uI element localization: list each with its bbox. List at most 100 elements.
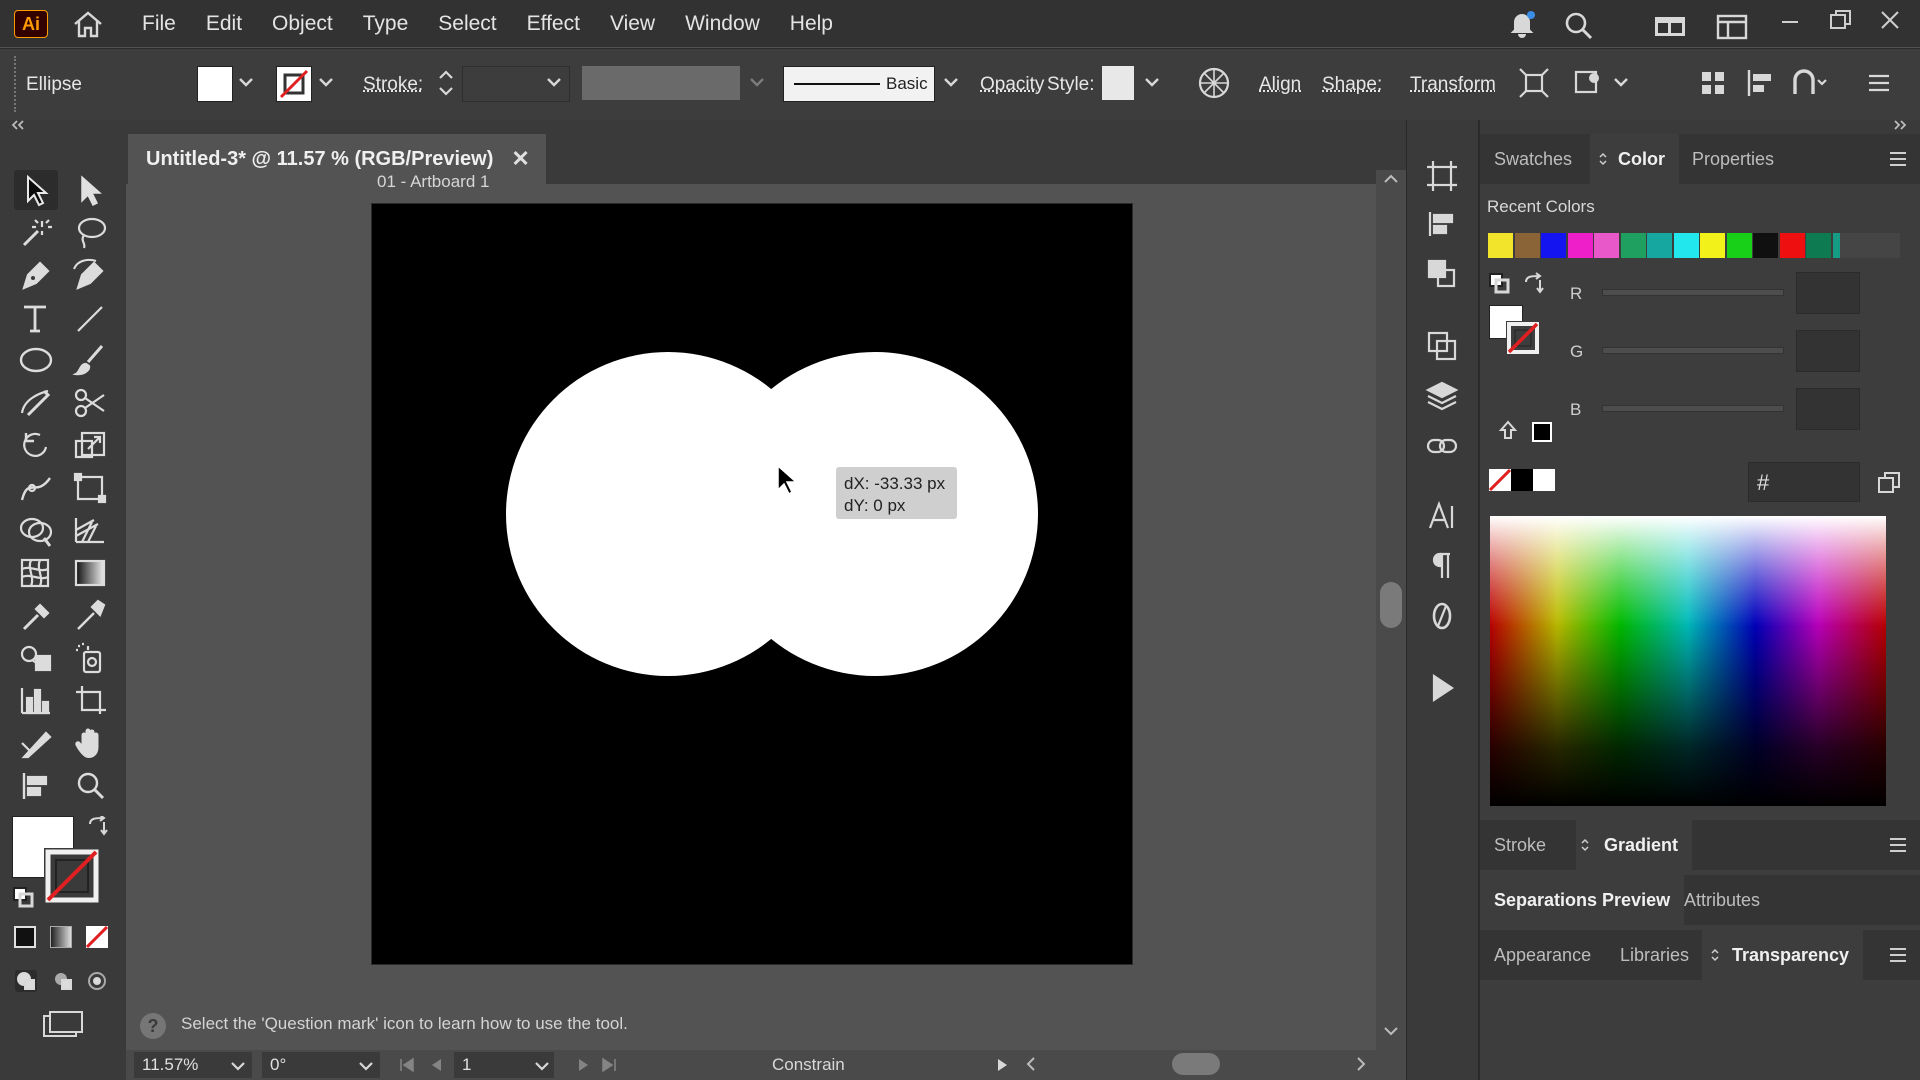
zoom-level-field[interactable]: 11.57% [134, 1052, 252, 1078]
layers-panel-icon[interactable] [1424, 378, 1460, 414]
pathfinder-panel-icon[interactable] [1424, 256, 1460, 292]
default-colors-icon[interactable] [1488, 272, 1510, 294]
shaper-tool-icon[interactable] [14, 383, 58, 423]
rotation-chevron-icon[interactable] [358, 1060, 374, 1072]
transparency-panel-menu-icon[interactable] [1888, 946, 1908, 964]
swap-fill-stroke-icon[interactable] [86, 816, 110, 838]
shape-builder-tool-icon[interactable] [14, 510, 58, 550]
lasso-tool-icon[interactable] [68, 213, 112, 253]
scroll-up-chevron-icon[interactable] [1382, 172, 1400, 186]
width-tool-icon[interactable] [14, 468, 58, 508]
change-screen-mode-icon[interactable] [42, 1010, 84, 1040]
menu-edit[interactable]: Edit [206, 12, 242, 36]
style-chevron-icon[interactable] [1144, 76, 1160, 88]
direct-selection-tool-icon[interactable] [68, 170, 112, 210]
fill-dropdown-chevron-icon[interactable] [238, 76, 254, 88]
perspective-grid-tool-icon[interactable] [68, 510, 112, 550]
transform-panel-icon[interactable] [1424, 328, 1460, 364]
character-panel-icon[interactable] [1424, 498, 1460, 534]
next-artboard-icon[interactable] [574, 1056, 592, 1074]
pen-tool-icon[interactable] [14, 255, 58, 295]
recent-color-swatch[interactable] [1514, 233, 1540, 258]
slice-tool-icon[interactable] [14, 723, 58, 763]
artboard-number-chevron-icon[interactable] [534, 1060, 550, 1072]
gradient-panel-menu-icon[interactable] [1888, 836, 1908, 854]
color-mode-icon[interactable] [14, 926, 36, 948]
recent-color-swatch[interactable] [1567, 233, 1593, 258]
selection-tool-icon[interactable] [14, 170, 58, 210]
recent-color-swatch[interactable] [1726, 233, 1752, 258]
status-menu-arrow-icon[interactable] [994, 1056, 1010, 1074]
white-color-swatch[interactable] [1533, 469, 1555, 491]
menu-file[interactable]: File [142, 12, 176, 36]
hand-tool-icon[interactable] [68, 723, 112, 763]
notification-bell-icon[interactable] [1507, 9, 1537, 39]
align-label[interactable]: Align [1259, 74, 1301, 96]
tab-color-updown-icon[interactable] [1598, 151, 1608, 167]
draw-normal-icon[interactable] [13, 968, 39, 994]
menu-view[interactable]: View [610, 12, 655, 36]
tab-transparency[interactable]: Transparency [1702, 930, 1864, 980]
brush-definition-field[interactable]: Basic [783, 66, 935, 102]
panel-stroke-swatch[interactable] [1506, 321, 1540, 355]
close-tab-icon[interactable]: ✕ [511, 146, 529, 172]
recent-color-swatch[interactable] [1806, 233, 1831, 258]
actions-panel-icon[interactable] [1424, 670, 1460, 706]
copy-hex-icon[interactable] [1876, 470, 1902, 496]
stroke-label[interactable]: Stroke: [363, 74, 423, 96]
ellipse-tool-icon[interactable] [14, 340, 58, 380]
recent-color-swatch[interactable] [1779, 233, 1805, 258]
scroll-down-chevron-icon[interactable] [1382, 1024, 1400, 1038]
recent-color-swatch[interactable] [1594, 233, 1619, 258]
opentype-panel-icon[interactable] [1424, 598, 1460, 634]
transform-label[interactable]: Transform [1410, 74, 1496, 96]
minimize-icon[interactable] [1778, 8, 1802, 32]
curvature-tool-icon[interactable] [68, 255, 112, 295]
channel-b-input[interactable] [1796, 388, 1860, 430]
menu-window[interactable]: Window [685, 12, 760, 36]
draw-inside-icon[interactable] [84, 968, 110, 994]
eyedropper-tool-icon[interactable] [14, 595, 58, 635]
recent-color-swatch[interactable] [1647, 233, 1672, 258]
recent-color-swatch[interactable] [1541, 233, 1566, 258]
type-tool-icon[interactable] [14, 298, 58, 338]
control-bar-grip[interactable] [14, 56, 20, 112]
tab-separations-preview[interactable]: Separations Preview [1480, 875, 1685, 925]
stroke-proxy-swatch[interactable] [44, 848, 100, 904]
tab-properties[interactable]: Properties [1678, 134, 1788, 184]
previous-artboard-icon[interactable] [428, 1056, 446, 1074]
artboard-number-field[interactable]: 1 [454, 1052, 554, 1078]
align-left-icon[interactable] [1745, 66, 1775, 100]
paragraph-panel-icon[interactable] [1424, 548, 1460, 584]
tab-transparency-updown-icon[interactable] [1710, 947, 1720, 963]
tab-gradient-updown-icon[interactable] [1580, 837, 1590, 853]
channel-b-slider[interactable] [1602, 405, 1784, 412]
variable-width-profile[interactable] [582, 66, 740, 100]
isolate-object-icon[interactable] [1517, 66, 1551, 100]
recent-color-swatch[interactable] [1488, 233, 1513, 258]
menu-type[interactable]: Type [363, 12, 409, 36]
rotation-field[interactable]: 0° [262, 1052, 380, 1078]
channel-r-input[interactable] [1796, 272, 1860, 314]
recent-color-swatch[interactable] [1753, 233, 1778, 258]
links-panel-icon[interactable] [1424, 428, 1460, 464]
rotate-tool-icon[interactable] [14, 425, 58, 465]
distribute-icon[interactable] [1698, 66, 1728, 100]
menu-object[interactable]: Object [272, 12, 333, 36]
tab-appearance[interactable]: Appearance [1480, 930, 1605, 980]
artboard[interactable] [372, 204, 1132, 964]
puppet-warp-icon[interactable] [1572, 66, 1606, 100]
menu-effect[interactable]: Effect [527, 12, 580, 36]
closest-web-color-swatch[interactable] [1532, 422, 1552, 442]
search-icon[interactable] [1563, 10, 1593, 40]
zoom-chevron-icon[interactable] [230, 1060, 246, 1072]
workspace-layout-icon[interactable] [1654, 14, 1686, 38]
default-fill-stroke-icon[interactable] [12, 886, 34, 908]
hex-input[interactable]: # [1748, 462, 1860, 502]
width-profile-chevron-icon[interactable] [749, 76, 765, 88]
tab-stroke[interactable]: Stroke [1480, 820, 1560, 870]
vertical-scroll-thumb[interactable] [1380, 582, 1402, 628]
color-panel-menu-icon[interactable] [1888, 150, 1908, 168]
close-icon[interactable] [1878, 8, 1902, 32]
paintbrush-tool-icon[interactable] [68, 340, 112, 380]
